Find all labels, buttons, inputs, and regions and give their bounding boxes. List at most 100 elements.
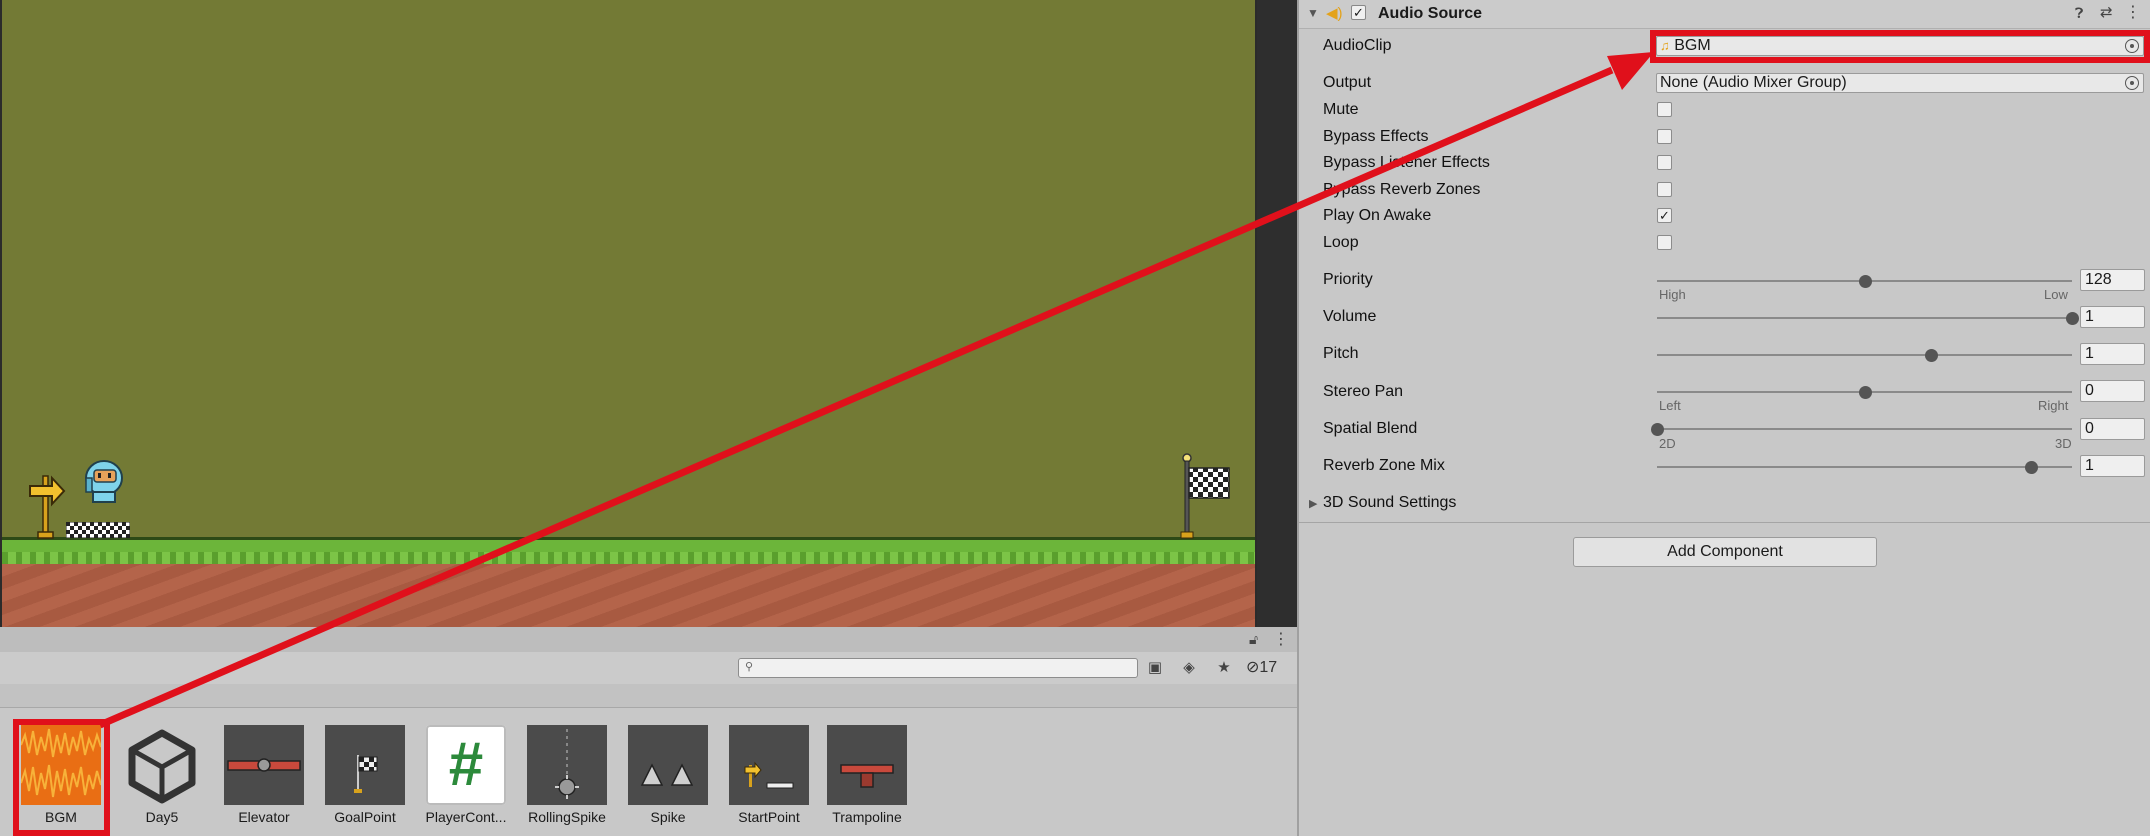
- spatial-blend-min-label: 2D: [1659, 436, 1676, 451]
- volume-value-field[interactable]: 1: [2080, 306, 2145, 328]
- trampoline-prefab-icon: [827, 725, 907, 805]
- bypass-listener-effects-label: Bypass Listener Effects: [1323, 154, 1490, 171]
- project-tab-bar: 🔓︎ ⋮: [0, 627, 1297, 653]
- loop-checkbox[interactable]: [1657, 235, 1672, 250]
- reverb-zone-mix-slider[interactable]: [1657, 461, 2072, 474]
- reverb-zone-mix-label: Reverb Zone Mix: [1323, 457, 1445, 474]
- asset-trampoline[interactable]: Trampoline: [822, 725, 912, 825]
- add-component-button[interactable]: Add Component: [1573, 537, 1877, 567]
- stereo-pan-slider[interactable]: [1657, 386, 2072, 399]
- spatial-blend-value-field[interactable]: 0: [2080, 418, 2145, 440]
- start-platform-sprite: [66, 522, 130, 538]
- bypass-listener-effects-checkbox[interactable]: [1657, 155, 1672, 170]
- bypass-effects-label: Bypass Effects: [1323, 128, 1429, 145]
- project-search-input[interactable]: ⚲: [738, 658, 1138, 678]
- start-point-prefab-icon: [729, 725, 809, 805]
- script-hash-glyph: #: [448, 730, 484, 799]
- help-icon[interactable]: ❓︎: [2075, 5, 2083, 22]
- volume-label: Volume: [1323, 308, 1377, 325]
- priority-slider-handle[interactable]: [1858, 275, 1872, 288]
- goal-flag-sprite: [1180, 453, 1230, 539]
- hidden-packages-toggle[interactable]: ⊘17: [1246, 657, 1277, 679]
- asset-playercontroller[interactable]: # PlayerCont...: [421, 725, 511, 825]
- bypass-reverb-zones-checkbox[interactable]: [1657, 182, 1672, 197]
- object-picker-icon[interactable]: [2125, 76, 2139, 90]
- priority-slider[interactable]: [1657, 275, 2072, 288]
- play-on-awake-checkbox[interactable]: ✓: [1657, 208, 1672, 223]
- foldout-arrow-right-icon[interactable]: ▶: [1309, 497, 1317, 510]
- asset-label: GoalPoint: [334, 809, 396, 825]
- asset-label: Spike: [650, 809, 686, 825]
- favorite-star-icon[interactable]: ★: [1213, 657, 1235, 679]
- asset-elevator[interactable]: Elevator: [219, 725, 309, 825]
- ground-dirt: [2, 564, 1255, 627]
- stereo-pan-value-field[interactable]: 0: [2080, 380, 2145, 402]
- asset-startpoint[interactable]: StartPoint: [724, 725, 814, 825]
- asset-label: RollingSpike: [528, 809, 606, 825]
- sound-settings-3d-foldout[interactable]: 3D Sound Settings: [1323, 494, 1456, 512]
- spatial-blend-slider-handle[interactable]: [1651, 423, 1664, 436]
- asset-label: Trampoline: [832, 809, 902, 825]
- pitch-slider[interactable]: [1657, 349, 2072, 362]
- audio-source-icon: ◀): [1326, 5, 1343, 22]
- stereo-pan-slider-handle[interactable]: [1858, 386, 1872, 399]
- stereo-pan-label: Stereo Pan: [1323, 383, 1404, 400]
- asset-goalpoint[interactable]: GoalPoint: [320, 725, 410, 825]
- asset-label: PlayerCont...: [425, 809, 507, 825]
- window-gap: [1257, 0, 1297, 627]
- pitch-slider-handle[interactable]: [1924, 349, 1938, 362]
- elevator-prefab-icon: [224, 725, 304, 805]
- volume-slider[interactable]: [1657, 312, 2079, 325]
- lock-icon[interactable]: 🔓︎: [1249, 631, 1258, 648]
- priority-min-label: High: [1659, 287, 1686, 302]
- search-by-type-icon[interactable]: ▣: [1144, 657, 1166, 679]
- component-menu-icon[interactable]: ⋮: [2125, 2, 2141, 22]
- bypass-effects-checkbox[interactable]: [1657, 129, 1672, 144]
- ground-grass-texture: [2, 552, 1255, 564]
- priority-label: Priority: [1323, 271, 1373, 288]
- output-value: None (Audio Mixer Group): [1660, 74, 1847, 91]
- unity-logo-icon: [122, 725, 202, 805]
- play-on-awake-label: Play On Awake: [1323, 207, 1432, 224]
- asset-spike[interactable]: Spike: [623, 725, 713, 825]
- spatial-blend-label: Spatial Blend: [1323, 420, 1418, 437]
- spatial-blend-max-label: 3D: [2055, 436, 2072, 451]
- annotation-box-bgm-asset: [13, 719, 110, 836]
- reverb-zone-mix-slider-handle[interactable]: [2024, 461, 2038, 474]
- goal-flag-prefab-icon: [325, 725, 405, 805]
- rolling-spike-prefab-icon: [527, 725, 607, 805]
- annotation-box-audioclip: [1650, 30, 2150, 63]
- search-icon: ⚲: [745, 661, 754, 673]
- presets-icon[interactable]: ⇄: [2100, 3, 2113, 21]
- kebab-menu-icon[interactable]: ⋮: [1273, 629, 1289, 649]
- volume-slider-handle[interactable]: [2066, 312, 2079, 325]
- asset-label: StartPoint: [738, 809, 800, 825]
- reverb-zone-mix-value-field[interactable]: 1: [2080, 455, 2145, 477]
- mute-checkbox[interactable]: [1657, 102, 1672, 117]
- hidden-packages-count: 17: [1259, 659, 1278, 676]
- pitch-value-field[interactable]: 1: [2080, 343, 2145, 365]
- game-view[interactable]: [0, 0, 1257, 627]
- csharp-script-icon: #: [426, 725, 506, 805]
- priority-value-field[interactable]: 128: [2080, 269, 2145, 291]
- component-title: Audio Source: [1378, 5, 1483, 22]
- component-header[interactable]: ▼ ◀) ✓ Audio Source ❓︎ ⇄ ⋮: [1299, 0, 2150, 29]
- pitch-label: Pitch: [1323, 345, 1359, 362]
- search-by-label-icon[interactable]: ◈: [1178, 657, 1200, 679]
- loop-label: Loop: [1323, 234, 1359, 251]
- component-enabled-checkbox[interactable]: ✓: [1351, 5, 1366, 20]
- output-field[interactable]: None (Audio Mixer Group): [1656, 73, 2144, 93]
- project-breadcrumb-bar: [0, 684, 1297, 708]
- audioclip-label: AudioClip: [1323, 37, 1392, 54]
- foldout-arrow-icon[interactable]: ▼: [1307, 6, 1319, 20]
- spike-prefab-icon: [628, 725, 708, 805]
- output-label: Output: [1323, 74, 1372, 91]
- asset-rollingspike[interactable]: RollingSpike: [522, 725, 612, 825]
- inspector-panel: [1297, 0, 2150, 836]
- mute-label: Mute: [1323, 101, 1359, 118]
- asset-label: Day5: [145, 809, 179, 825]
- asset-day5[interactable]: Day5: [117, 725, 207, 825]
- component-divider: [1299, 522, 2150, 523]
- bypass-reverb-zones-label: Bypass Reverb Zones: [1323, 181, 1481, 198]
- spatial-blend-slider[interactable]: [1651, 423, 2072, 436]
